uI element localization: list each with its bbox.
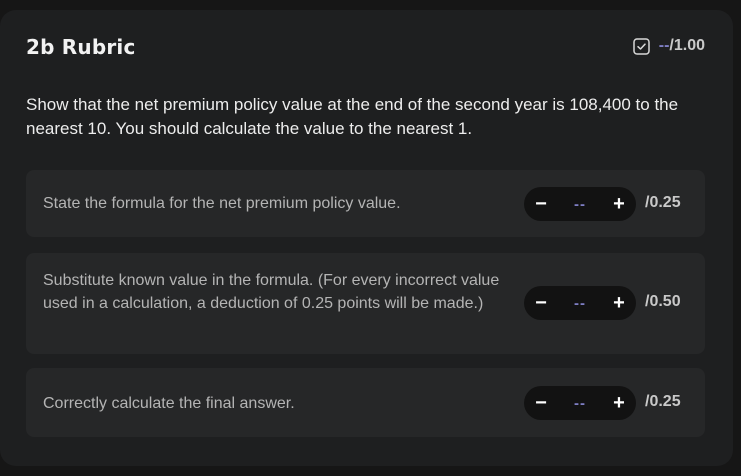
rubric-card: 2b Rubric --/1.00 Show that the net prem… [0,10,733,466]
max-points: /0.25 [645,393,681,410]
rubric-item-text: Substitute known value in the formula. (… [43,272,500,312]
rubric-item: Correctly calculate the final answer. − … [26,368,705,437]
increment-button[interactable]: + [602,187,636,221]
total-score: --/1.00 [633,37,705,55]
score-stepper: − -- + [524,286,636,320]
increment-button[interactable]: + [602,386,636,420]
score-stepper: − -- + [524,386,636,420]
total-score-value: -- [658,37,670,54]
decrement-button[interactable]: − [524,187,558,221]
total-score-text: --/1.00 [659,37,705,55]
rubric-item: Substitute known value in the formula. (… [26,253,705,354]
checkbox-icon[interactable] [633,37,650,55]
score-value[interactable]: -- [558,386,602,420]
decrement-button[interactable]: − [524,286,558,320]
rubric-item: State the formula for the net premium po… [26,170,705,237]
score-stepper: − -- + [524,187,636,221]
question-text: Show that the net premium policy value a… [26,95,679,138]
total-score-max: /1.00 [669,37,705,54]
score-value[interactable]: -- [558,286,602,320]
max-points: /0.25 [645,194,681,211]
increment-button[interactable]: + [602,286,636,320]
decrement-button[interactable]: − [524,386,558,420]
max-points: /0.50 [645,293,681,310]
rubric-item-text: Correctly calculate the final answer. [43,395,295,412]
score-value[interactable]: -- [558,187,602,221]
rubric-title: 2b Rubric [26,35,136,59]
rubric-item-text: State the formula for the net premium po… [43,195,401,212]
